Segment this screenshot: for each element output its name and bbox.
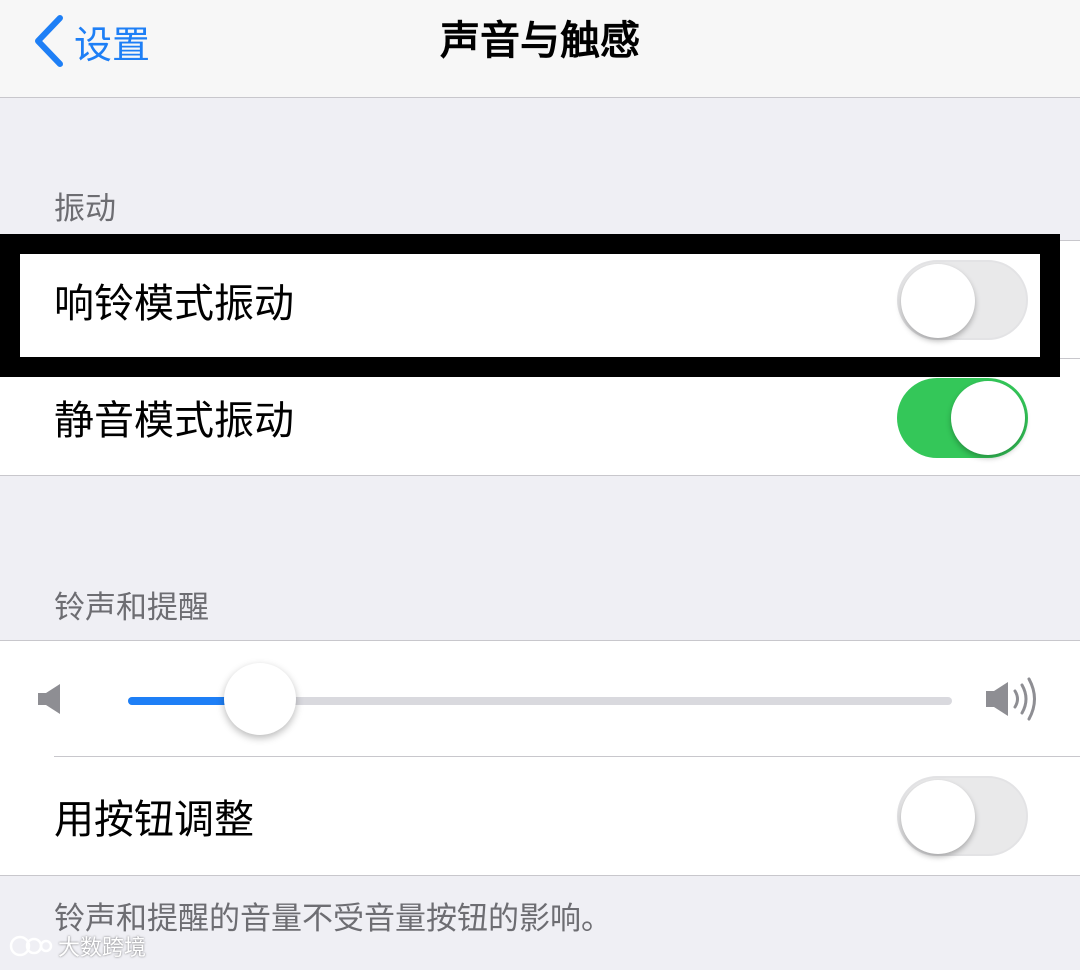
ring-mode-vibration-label: 响铃模式振动 [54,280,294,327]
silent-mode-vibration-toggle[interactable] [897,378,1028,458]
speaker-low-icon [38,684,60,714]
toggle-knob [951,381,1025,455]
ring-mode-vibration-toggle[interactable] [897,260,1028,340]
adjust-with-buttons-row[interactable]: 用按钮调整 [0,757,1080,874]
section-header-ringer: 铃声和提醒 [54,590,209,626]
toggle-knob [901,264,975,338]
silent-mode-vibration-row[interactable]: 静音模式振动 [0,359,1080,475]
adjust-with-buttons-label: 用按钮调整 [54,796,254,843]
speaker-high-icon [986,677,1036,721]
ring-mode-vibration-row[interactable]: 响铃模式振动 [0,241,1080,358]
toggle-knob [901,780,975,854]
watermark: 大数跨境 [8,930,146,962]
vibration-group: 响铃模式振动 静音模式振动 [0,240,1080,476]
silent-mode-vibration-label: 静音模式振动 [54,398,294,444]
watermark-logo-icon [9,935,53,957]
adjust-with-buttons-toggle[interactable] [897,776,1028,856]
section-header-vibration: 振动 [54,191,116,227]
volume-slider-thumb[interactable] [223,663,296,735]
page-title: 声音与触感 [440,18,640,64]
navigation-bar: 设置 声音与触感 [0,0,1080,98]
watermark-text: 大数跨境 [58,936,147,961]
